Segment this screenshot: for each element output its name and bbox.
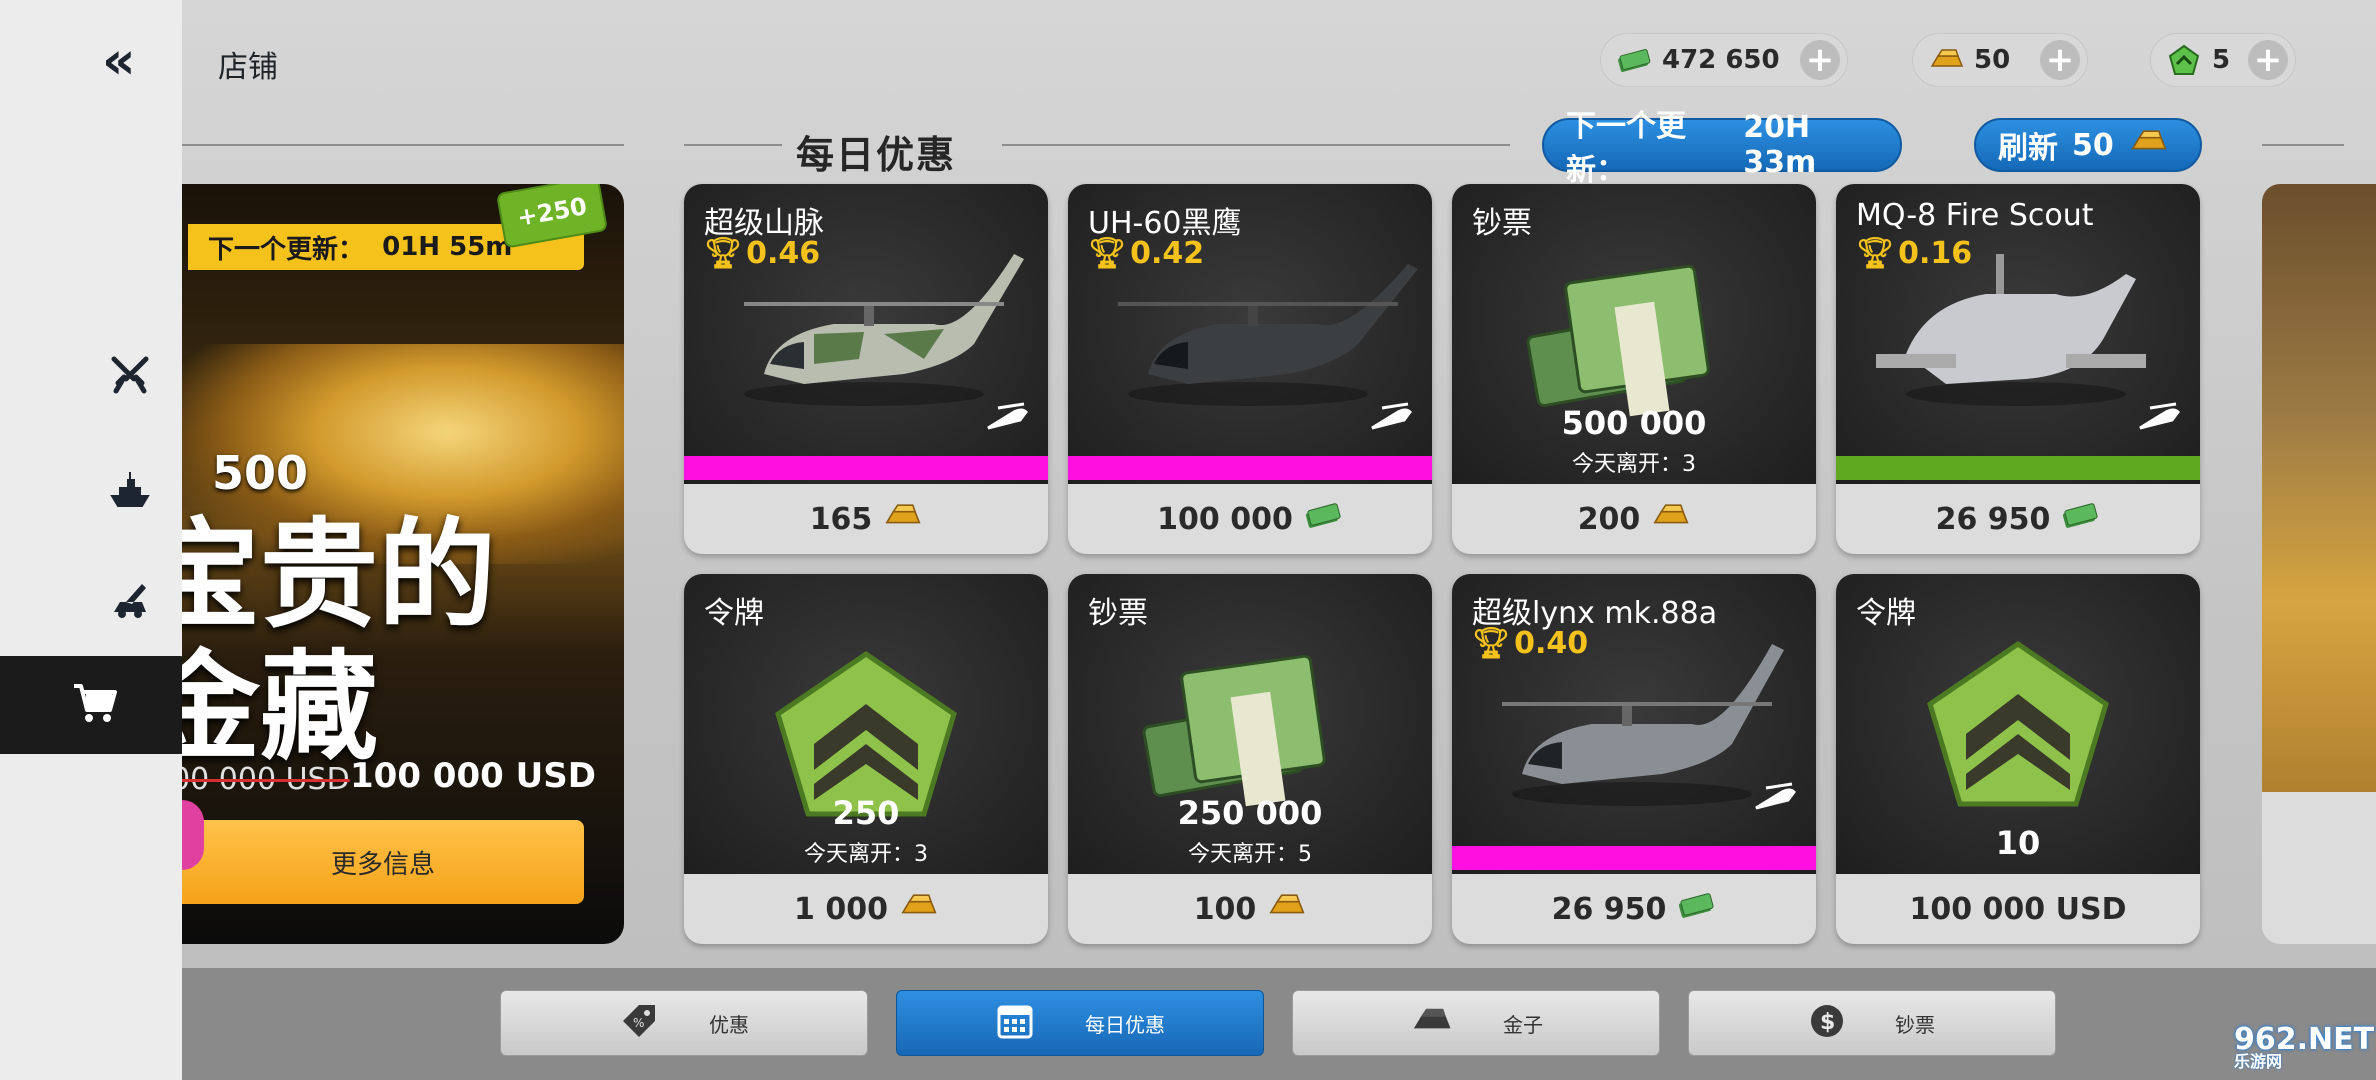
bonus-badge: +250 bbox=[495, 184, 609, 249]
watermark-logo: 962.NET 乐游网 bbox=[2234, 1022, 2375, 1071]
promo-amount: 500 bbox=[212, 446, 309, 500]
trophy-icon: 🏆︎ bbox=[1472, 626, 1511, 661]
shopping-cart-icon bbox=[72, 682, 118, 728]
more-info-button[interactable]: 更多信息 bbox=[182, 820, 584, 904]
add-rank-button[interactable]: + bbox=[2248, 40, 2288, 80]
offer-card-token-250[interactable]: 令牌 250 今天离开：3 1 000 bbox=[684, 574, 1048, 944]
trophy-icon: 🏆︎ bbox=[704, 236, 743, 271]
card-score: 🏆︎ 0.46 bbox=[704, 236, 821, 271]
card-score: 🏆︎ 0.16 bbox=[1856, 236, 1973, 271]
refresh-button[interactable]: 刷新 50 bbox=[1974, 118, 2202, 172]
helicopter-class-icon bbox=[1752, 782, 1798, 816]
rank-balance: 5 + bbox=[2150, 33, 2296, 87]
offer-card-token-10[interactable]: 令牌 10 100 000 USD bbox=[1836, 574, 2200, 944]
warship-icon[interactable] bbox=[100, 458, 160, 518]
card-amount: 500 000 bbox=[1561, 404, 1707, 442]
gold-bar-icon bbox=[898, 892, 938, 927]
rarity-bar bbox=[1836, 456, 2200, 480]
card-price[interactable]: 26 950 bbox=[1836, 484, 2200, 554]
new-price: 100 000 USD bbox=[350, 756, 596, 796]
battle-swords-icon[interactable] bbox=[100, 345, 160, 405]
collapse-sidebar-button[interactable]: « bbox=[102, 35, 136, 87]
card-amount: 250 bbox=[832, 794, 900, 832]
rank-badge-icon bbox=[2164, 40, 2204, 80]
card-price[interactable]: 100 bbox=[1068, 874, 1432, 944]
card-title: 钞票 bbox=[1472, 206, 1532, 241]
divider bbox=[684, 144, 782, 146]
offer-card-lynx-mk88a[interactable]: 超级lynx mk.88a 🏆︎ 0.40 26 950 bbox=[1452, 574, 1816, 944]
divider bbox=[182, 144, 624, 146]
section-title: 每日优惠 bbox=[796, 132, 957, 177]
card-remaining: 今天离开：3 bbox=[1572, 452, 1696, 477]
artillery-icon[interactable] bbox=[100, 568, 160, 628]
dollar-coin-icon: $ bbox=[1809, 1003, 1845, 1044]
offer-card-mq8[interactable]: MQ-8 Fire Scout 🏆︎ 0.16 26 950 bbox=[1836, 184, 2200, 554]
cash-icon bbox=[1303, 501, 1343, 537]
tab-daily-offers[interactable]: 每日优惠 bbox=[896, 990, 1264, 1056]
card-score: 🏆︎ 0.42 bbox=[1088, 236, 1205, 271]
card-title: MQ-8 Fire Scout bbox=[1856, 198, 2094, 233]
calendar-icon bbox=[995, 1001, 1035, 1046]
trophy-icon: 🏆︎ bbox=[1088, 236, 1127, 271]
gold-bar-icon bbox=[1650, 502, 1690, 537]
helicopter-class-icon bbox=[2136, 402, 2182, 436]
add-cash-button[interactable]: + bbox=[1800, 40, 1840, 80]
gold-balance: 50 + bbox=[1912, 33, 2088, 87]
rarity-bar bbox=[1452, 846, 1816, 870]
card-amount: 250 000 bbox=[1177, 794, 1323, 832]
gold-bar-icon bbox=[1926, 40, 1966, 80]
sidebar: « bbox=[0, 0, 182, 1080]
next-offer-card-peek[interactable] bbox=[2262, 184, 2376, 944]
svg-text:%: % bbox=[633, 1016, 644, 1030]
offer-card-cash-500000[interactable]: 钞票 500 000 今天离开：3 200 bbox=[1452, 184, 1816, 554]
cash-value: 472 650 bbox=[1662, 45, 1780, 75]
card-title: 令牌 bbox=[1856, 596, 1916, 631]
promo-title: 宝贵的 金藏 bbox=[182, 505, 497, 776]
card-price[interactable]: 26 950 bbox=[1452, 874, 1816, 944]
gold-bar-icon bbox=[1409, 1006, 1453, 1041]
card-remaining: 今天离开：3 bbox=[804, 842, 928, 867]
trophy-icon: 🏆︎ bbox=[1856, 236, 1895, 271]
cash-balance: 472 650 + bbox=[1600, 33, 1848, 87]
divider bbox=[2262, 144, 2344, 146]
helicopter-class-icon bbox=[984, 402, 1030, 436]
tag-icon: % bbox=[619, 1001, 659, 1046]
card-remaining: 今天离开：5 bbox=[1188, 842, 1312, 867]
card-price[interactable]: 200 bbox=[1452, 484, 1816, 554]
rarity-bar bbox=[1068, 456, 1432, 480]
cash-icon bbox=[2060, 501, 2100, 537]
card-price[interactable]: 100 000 bbox=[1068, 484, 1432, 554]
gold-value: 50 bbox=[1974, 45, 2011, 75]
helicopter-class-icon bbox=[1368, 402, 1414, 436]
decor-shape bbox=[182, 800, 204, 870]
old-price: 100 000 USD bbox=[182, 762, 350, 797]
tab-gold[interactable]: 金子 bbox=[1292, 990, 1660, 1056]
gold-bar-icon bbox=[882, 502, 922, 537]
tab-offers[interactable]: % 优惠 bbox=[500, 990, 868, 1056]
gold-bar-icon bbox=[1266, 892, 1306, 927]
next-update-timer: 下一个更新： 20H 33m bbox=[1542, 109, 1902, 188]
cash-icon bbox=[1614, 40, 1654, 80]
card-price[interactable]: 1 000 bbox=[684, 874, 1048, 944]
divider bbox=[1002, 144, 1510, 146]
offer-card-cash-250000[interactable]: 钞票 250 000 今天离开：5 100 bbox=[1068, 574, 1432, 944]
promo-offer-card[interactable]: 下一个更新： 01H 55m +250 500 宝贵的金藏 100 000 US… bbox=[182, 184, 624, 944]
nav-shop-active[interactable] bbox=[0, 656, 190, 754]
rank-value: 5 bbox=[2212, 45, 2231, 75]
page-title: 店铺 bbox=[218, 50, 278, 85]
tab-cash[interactable]: $ 钞票 bbox=[1688, 990, 2056, 1056]
card-amount: 10 bbox=[1995, 824, 2041, 862]
card-score: 🏆︎ 0.40 bbox=[1472, 626, 1589, 661]
gold-bar-icon bbox=[2128, 128, 2168, 163]
card-title: 令牌 bbox=[704, 596, 764, 631]
offer-card-super-lynx[interactable]: 超级山脉 🏆︎ 0.46 165 bbox=[684, 184, 1048, 554]
card-price[interactable]: 100 000 USD bbox=[1836, 874, 2200, 944]
card-price[interactable]: 165 bbox=[684, 484, 1048, 554]
svg-text:$: $ bbox=[1820, 1010, 1835, 1035]
cash-icon bbox=[1676, 891, 1716, 927]
offer-card-uh60[interactable]: UH-60黑鹰 🏆︎ 0.42 100 000 bbox=[1068, 184, 1432, 554]
card-title: 钞票 bbox=[1088, 596, 1148, 631]
add-gold-button[interactable]: + bbox=[2040, 40, 2080, 80]
rarity-bar bbox=[684, 456, 1048, 480]
